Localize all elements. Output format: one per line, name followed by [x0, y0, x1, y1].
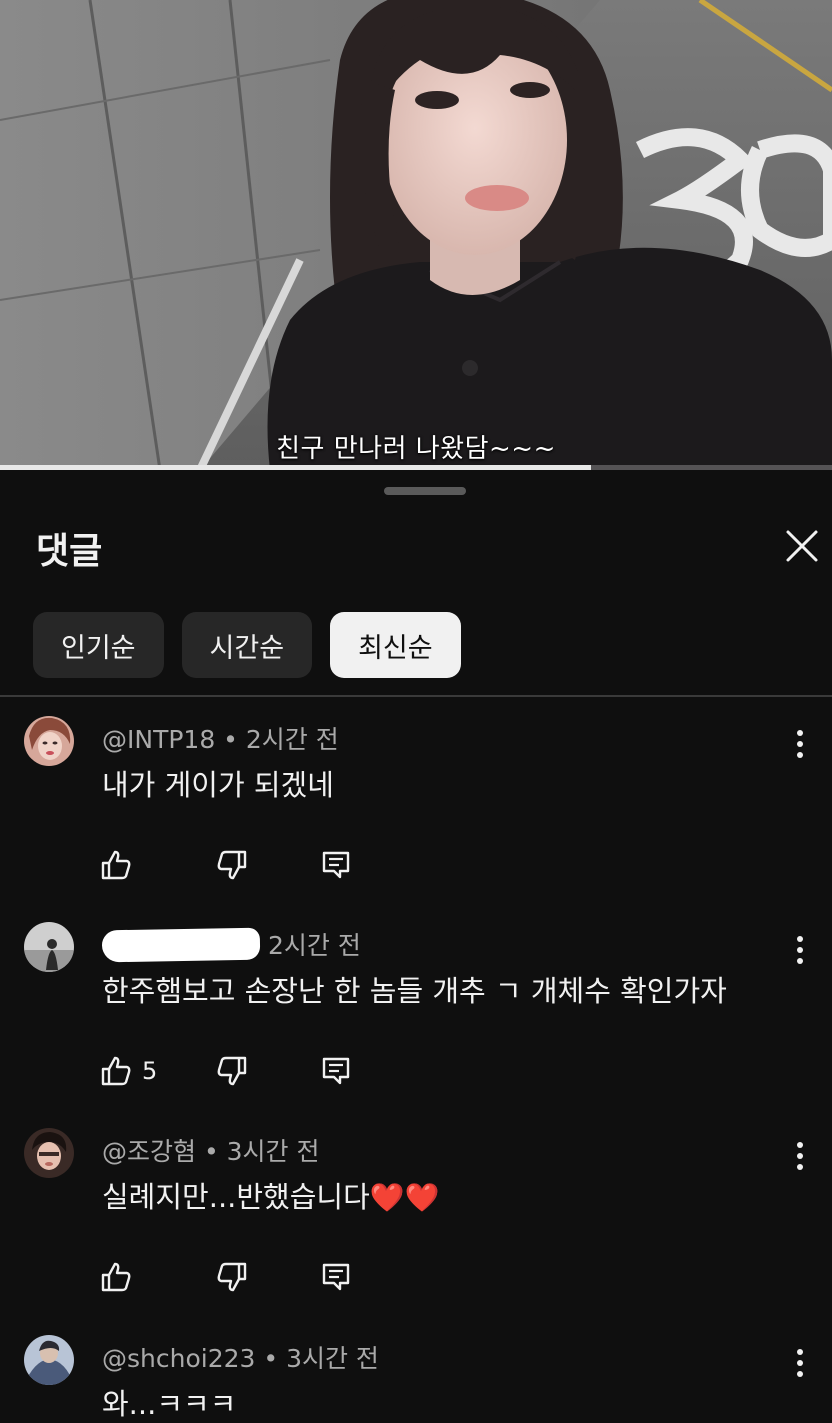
comment-author[interactable]: @shchoi223 [102, 1344, 255, 1373]
heart-emoji: ❤️❤️ [369, 1181, 440, 1214]
comment-text: 내가 게이가 되겠네 [102, 768, 334, 802]
divider [0, 695, 832, 697]
thumb-up-icon [101, 850, 131, 880]
comments-title: 댓글 [36, 531, 103, 572]
comment-time: 2시간 전 [245, 725, 339, 754]
video-caption: 친구 만나러 나왔담~~~ [276, 434, 556, 464]
redacted-author [101, 927, 261, 963]
thumb-up-icon [101, 1262, 131, 1292]
chip-newest[interactable]: 최신순 [330, 612, 461, 678]
comment-time: 3시간 전 [286, 1344, 379, 1373]
comment-text: 와...ㅋㅋㅋ [102, 1387, 237, 1421]
more-button[interactable] [788, 724, 812, 764]
comment-author[interactable]: @조강혐 [102, 1137, 196, 1166]
comment-time: 2시간 전 [268, 931, 361, 960]
like-button[interactable]: 5 [100, 1054, 157, 1088]
reply-icon [322, 1057, 350, 1085]
comment-time: 3시간 전 [226, 1137, 320, 1166]
thumb-down-icon [217, 1056, 247, 1086]
comment-author[interactable]: @INTP18 [102, 725, 215, 754]
avatar[interactable] [24, 716, 74, 766]
thumb-down-icon [217, 1262, 247, 1292]
thumb-down-icon [217, 850, 247, 880]
meta-separator: • [196, 1137, 227, 1166]
comment-text-body: 실례지만...반했습니다 [102, 1180, 370, 1214]
comment-actions [100, 1260, 400, 1296]
comments-sheet: 댓글 인기순 시간순 최신순 @INTP18 • 2시간 전 내가 게이가 되겠… [0, 470, 832, 1421]
more-vertical-icon [797, 1349, 803, 1377]
comment-actions: 5 [100, 1054, 400, 1090]
avatar[interactable] [24, 1335, 74, 1385]
more-button[interactable] [788, 1343, 812, 1383]
thumb-up-icon [101, 1056, 131, 1086]
reply-button[interactable] [320, 1260, 352, 1294]
video-frame [0, 0, 832, 470]
meta-separator: • [215, 725, 246, 754]
chip-popular[interactable]: 인기순 [33, 612, 164, 678]
comment-meta: @조강혐 • 3시간 전 [102, 1132, 320, 1168]
avatar[interactable] [24, 1128, 74, 1178]
more-button[interactable] [788, 930, 812, 970]
more-button[interactable] [788, 1136, 812, 1176]
reply-button[interactable] [320, 848, 352, 882]
more-vertical-icon [797, 936, 803, 964]
like-button[interactable] [100, 848, 142, 882]
more-vertical-icon [797, 1142, 803, 1170]
like-button[interactable] [100, 1260, 142, 1294]
more-vertical-icon [797, 730, 803, 758]
comment-meta: @INTP18 • 2시간 전 [102, 720, 339, 756]
close-icon [786, 530, 818, 562]
close-button[interactable] [782, 526, 822, 566]
comment-meta: 2시간 전 [101, 926, 361, 963]
sort-chips: 인기순 시간순 최신순 [33, 612, 461, 678]
dislike-button[interactable] [216, 1260, 248, 1294]
dislike-button[interactable] [216, 848, 248, 882]
comment-text: 실례지만...반했습니다❤️❤️ [102, 1174, 440, 1216]
reply-button[interactable] [320, 1054, 352, 1088]
comment-actions [100, 848, 400, 884]
reply-icon [322, 851, 350, 879]
like-count: 5 [142, 1057, 158, 1085]
chip-by-time[interactable]: 시간순 [181, 612, 313, 678]
dislike-button[interactable] [216, 1054, 248, 1088]
meta-separator: • [255, 1344, 287, 1373]
drag-handle[interactable] [384, 487, 466, 495]
reply-icon [322, 1263, 350, 1291]
comment-text: 한주햄보고 손장난 한 놈들 개추 ㄱ 개체수 확인가자 [102, 974, 727, 1008]
comment-meta: @shchoi223 • 3시간 전 [102, 1339, 379, 1375]
video-player[interactable]: 친구 만나러 나왔담~~~ [0, 0, 832, 470]
avatar[interactable] [24, 922, 74, 972]
